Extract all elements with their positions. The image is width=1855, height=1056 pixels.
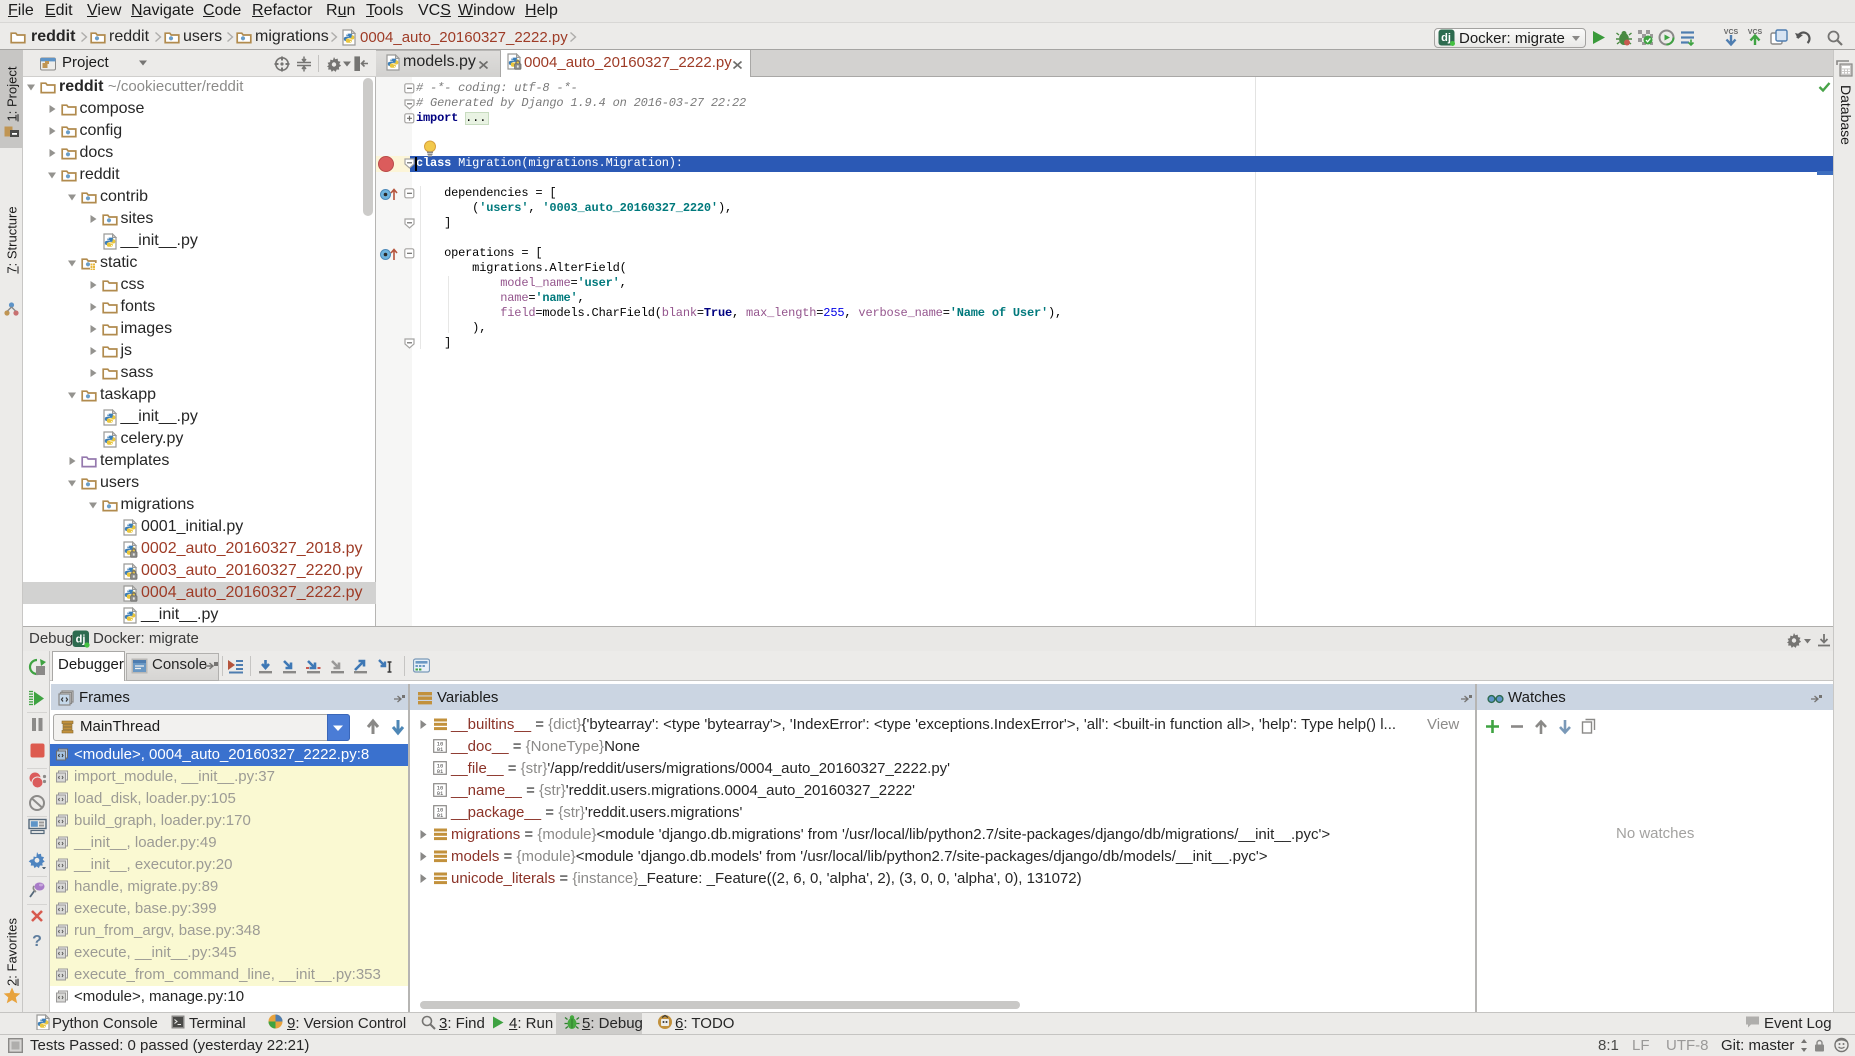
svg-text:?: ? bbox=[32, 933, 42, 949]
svg-text:dj: dj bbox=[1441, 32, 1451, 44]
svg-text:dj: dj bbox=[76, 634, 86, 646]
svg-text:01: 01 bbox=[437, 746, 444, 753]
svg-text:01: 01 bbox=[437, 768, 444, 775]
svg-text:VCS: VCS bbox=[1724, 29, 1739, 36]
svg-text:01: 01 bbox=[437, 790, 444, 797]
svg-text:01: 01 bbox=[437, 812, 444, 819]
